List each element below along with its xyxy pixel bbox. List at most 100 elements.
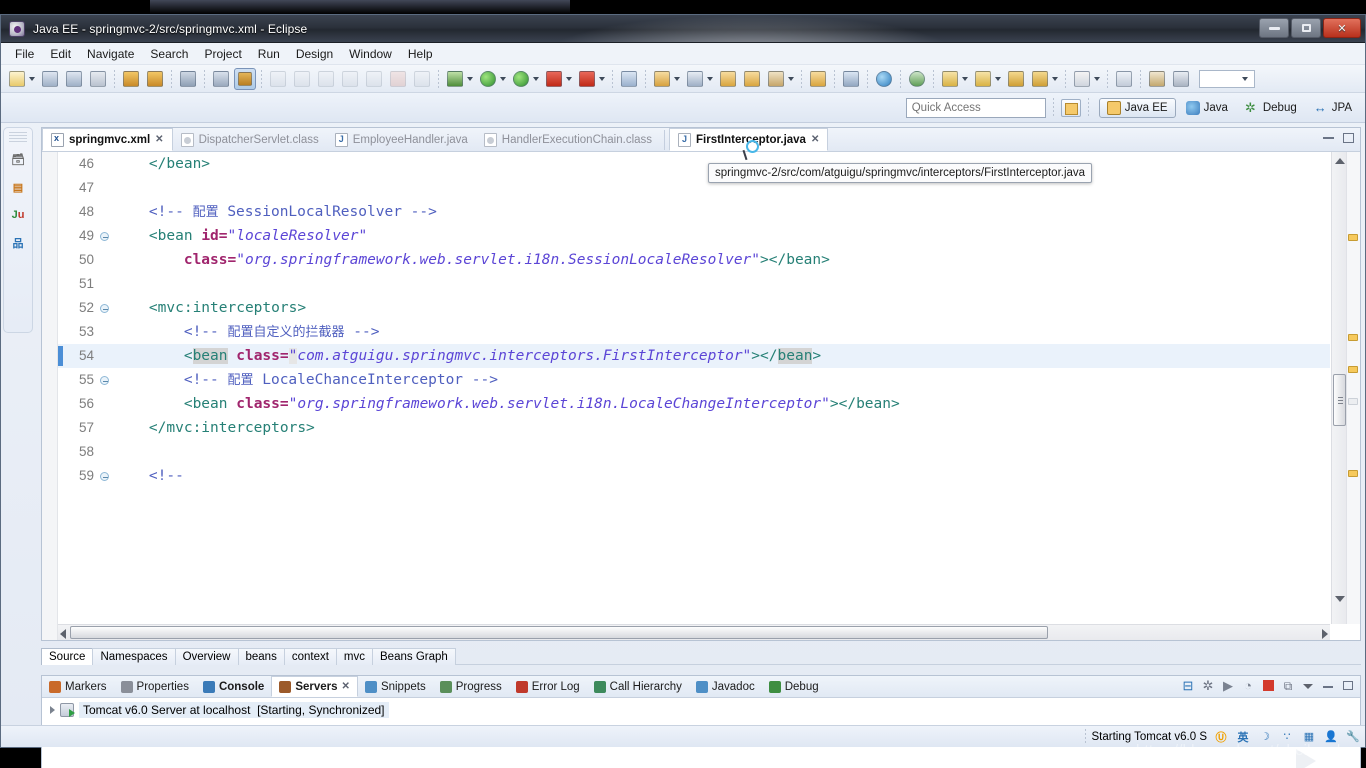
fold-toggle-icon[interactable] [100, 376, 109, 385]
bottom-tab-javadoc[interactable]: Javadoc [689, 676, 762, 697]
form-tab-namespaces[interactable]: Namespaces [92, 648, 176, 665]
open-folder-icon[interactable] [741, 68, 763, 90]
overview-marker[interactable] [1348, 366, 1358, 373]
maximize-editor-icon[interactable] [1340, 130, 1358, 146]
step-icon[interactable] [267, 68, 289, 90]
form-tab-overview[interactable]: Overview [174, 648, 239, 665]
scroll-down-arrow[interactable] [1335, 596, 1345, 602]
publish-server-icon[interactable]: ⧉ [1280, 678, 1296, 694]
search-icon[interactable] [684, 68, 706, 90]
package-explorer-icon[interactable]: 🗃 [7, 148, 29, 170]
menu-window[interactable]: Window [341, 45, 400, 63]
start-server-icon[interactable]: ⊟ [1180, 678, 1196, 694]
project-explorer-icon[interactable]: ▤ [7, 176, 29, 198]
code-line[interactable]: 56 <bean class="org.springframework.web.… [58, 392, 1330, 416]
code-line[interactable]: 55 <!-- 配置 LocaleChanceInterceptor --> [58, 368, 1330, 392]
scroll-up-arrow[interactable] [1335, 158, 1345, 164]
forward-dropdown-arrow[interactable] [995, 76, 1001, 81]
editor-tab-handlerexecutionchain-class[interactable]: HandlerExecutionChain.class [476, 128, 660, 151]
open-perspective-icon[interactable] [618, 68, 640, 90]
fold-toggle-icon[interactable] [100, 472, 109, 481]
perspective-java[interactable]: Java [1179, 99, 1235, 117]
overview-marker[interactable] [1348, 398, 1358, 405]
debug-server-icon[interactable]: ✲ [1200, 678, 1216, 694]
redo-icon[interactable] [315, 68, 337, 90]
run-last-dropdown-arrow[interactable] [599, 76, 605, 81]
overview-marker[interactable] [1348, 334, 1358, 341]
grid-icon[interactable] [1170, 68, 1192, 90]
minimize-button[interactable] [1259, 18, 1289, 38]
prev-edit-dropdown-arrow[interactable] [1094, 76, 1100, 81]
stop-server-icon[interactable] [1260, 678, 1276, 694]
fold-toggle-icon[interactable] [100, 232, 109, 241]
bottom-tab-snippets[interactable]: Snippets [358, 676, 433, 697]
minimize-editor-icon[interactable] [1320, 130, 1338, 146]
form-tab-context[interactable]: context [283, 648, 337, 665]
suspend-icon[interactable] [363, 68, 385, 90]
chevron-down-icon[interactable] [1242, 76, 1248, 81]
overview-ruler[interactable] [1346, 152, 1360, 624]
stop-dropdown-arrow[interactable] [566, 76, 572, 81]
maximize-view-icon[interactable] [1340, 678, 1356, 694]
editor-vertical-scrollbar[interactable] [1331, 152, 1346, 624]
perspective-debug[interactable]: ✲ Debug [1238, 99, 1304, 117]
print-icon[interactable] [87, 68, 109, 90]
new-dropdown-arrow[interactable] [29, 76, 35, 81]
form-tab-mvc[interactable]: mvc [335, 648, 374, 665]
prev-annotation-icon[interactable] [1005, 68, 1027, 90]
code-line[interactable]: 46 </bean> [58, 152, 1330, 176]
menu-file[interactable]: File [7, 45, 42, 63]
code-line[interactable]: 49 <bean id="localeResolver" [58, 224, 1330, 248]
close-tab-icon[interactable]: ✕ [155, 134, 163, 145]
perspective-java-ee[interactable]: Java EE [1098, 97, 1176, 118]
menu-navigate[interactable]: Navigate [79, 45, 142, 63]
debug-icon[interactable] [444, 68, 466, 90]
menu-search[interactable]: Search [142, 45, 196, 63]
editor-tab-employeehandler-java[interactable]: EmployeeHandler.java [327, 128, 476, 151]
globe-icon[interactable] [873, 68, 895, 90]
close-button[interactable]: ✕ [1323, 18, 1361, 38]
overview-marker[interactable] [1348, 470, 1358, 477]
scroll-right-arrow[interactable] [1322, 629, 1328, 639]
search-dropdown-arrow[interactable] [707, 76, 713, 81]
bottom-tab-servers[interactable]: Servers ✕ [271, 676, 358, 697]
perspective-jpa[interactable]: ↔ JPA [1307, 99, 1359, 117]
scroll-left-arrow[interactable] [60, 629, 66, 639]
open-perspective-icon[interactable] [1060, 98, 1081, 117]
form-tab-beans-graph[interactable]: Beans Graph [372, 648, 456, 665]
run-last-icon[interactable] [576, 68, 598, 90]
link-icon[interactable] [177, 68, 199, 90]
minibar-handle[interactable] [9, 132, 27, 142]
disconnect-icon[interactable] [411, 68, 433, 90]
bottom-tab-console[interactable]: Console [196, 676, 271, 697]
code-line[interactable]: 52 <mvc:interceptors> [58, 296, 1330, 320]
form-tab-beans[interactable]: beans [237, 648, 285, 665]
close-tab-icon[interactable]: ✕ [811, 134, 819, 145]
quick-access-input[interactable] [905, 97, 1046, 118]
bottom-tab-error-log[interactable]: Error Log [509, 676, 587, 697]
undo-icon[interactable] [291, 68, 313, 90]
new-java-project-icon[interactable] [651, 68, 673, 90]
view-menu-icon[interactable] [1300, 678, 1316, 694]
code-line[interactable]: 47 [58, 176, 1330, 200]
run-dropdown-arrow[interactable] [500, 76, 506, 81]
new-connection-icon[interactable] [906, 68, 928, 90]
bottom-tab-progress[interactable]: Progress [433, 676, 509, 697]
vertical-scroll-thumb[interactable] [1333, 374, 1346, 426]
code-line[interactable]: 57 </mvc:interceptors> [58, 416, 1330, 440]
external-tools-icon[interactable] [840, 68, 862, 90]
code-line[interactable]: 51 [58, 272, 1330, 296]
code-line[interactable]: 54 <bean class="com.atguigu.springmvc.in… [58, 344, 1330, 368]
save-all-icon[interactable] [63, 68, 85, 90]
outline-icon[interactable]: 品 [7, 232, 29, 254]
run-server-icon[interactable]: ▶ [1220, 678, 1236, 694]
close-view-icon[interactable]: ✕ [342, 681, 350, 692]
form-tab-source[interactable]: Source [41, 648, 94, 665]
bottom-tab-debug[interactable]: Debug [762, 676, 826, 697]
menu-run[interactable]: Run [250, 45, 288, 63]
forward-history-icon[interactable] [972, 68, 994, 90]
new-dropdown2-arrow[interactable] [674, 76, 680, 81]
menu-design[interactable]: Design [288, 45, 341, 63]
server-list-row[interactable]: Tomcat v6.0 Server at localhost [Startin… [42, 698, 1360, 718]
stop-icon[interactable] [543, 68, 565, 90]
